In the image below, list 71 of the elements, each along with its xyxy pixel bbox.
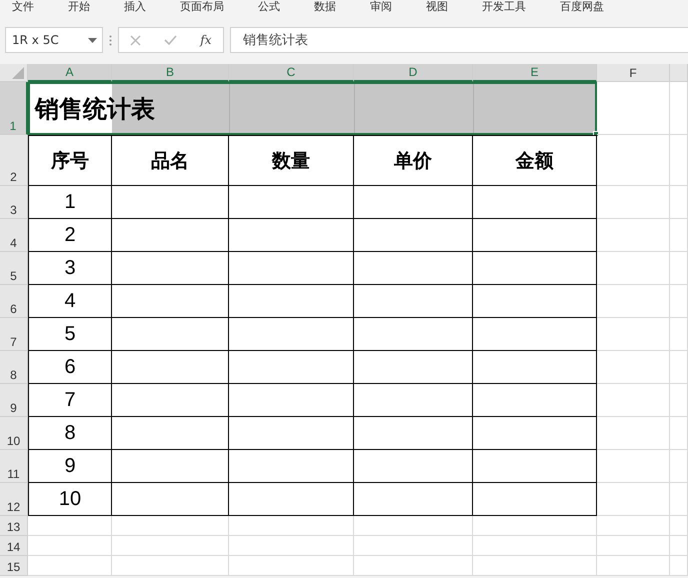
table-cell: 9 [28, 450, 112, 483]
row-header[interactable]: 12 [0, 483, 28, 516]
row-header[interactable]: 15 [0, 556, 28, 576]
grid-cell [670, 351, 688, 384]
row-header[interactable]: 8 [0, 351, 28, 384]
row-header[interactable]: 4 [0, 219, 28, 252]
column-header[interactable]: D [354, 64, 473, 82]
column-header[interactable]: E [473, 64, 597, 82]
grid-cell [670, 384, 688, 417]
table-cell: 4 [28, 285, 112, 318]
table-cell: 6 [28, 351, 112, 384]
column-header[interactable] [670, 64, 688, 82]
column-heading: 序号 [28, 135, 112, 186]
row-header[interactable]: 5 [0, 252, 28, 285]
row-header[interactable]: 3 [0, 186, 28, 219]
ribbon-tab[interactable]: 插入 [124, 0, 146, 18]
grid-cell [670, 516, 688, 536]
ribbon-tab[interactable]: 页面布局 [180, 0, 224, 18]
row-header[interactable]: 13 [0, 516, 28, 536]
grid-cell [670, 135, 688, 186]
ribbon-tab[interactable]: 数据 [314, 0, 336, 18]
grid-cell [670, 417, 688, 450]
row-header[interactable]: 2 [0, 135, 28, 186]
row-header[interactable]: 10 [0, 417, 28, 450]
ribbon-tab[interactable]: 开始 [68, 0, 90, 18]
ribbon-tab[interactable]: 百度网盘 [560, 0, 604, 18]
column-heading: 数量 [229, 135, 354, 186]
grid-cell [670, 450, 688, 483]
table-cell: 3 [28, 252, 112, 285]
table-cell: 5 [28, 318, 112, 351]
ribbon-tab[interactable]: 公式 [258, 0, 280, 18]
column-header[interactable]: A [28, 64, 112, 82]
table-cell: 2 [28, 219, 112, 252]
column-header[interactable]: C [229, 64, 354, 82]
column-header[interactable]: F [597, 64, 670, 82]
insert-function-button[interactable]: fx [200, 33, 212, 47]
table-cell: 1 [28, 186, 112, 219]
column-header[interactable]: B [112, 64, 229, 82]
name-box[interactable]: 1R x 5C [5, 27, 103, 53]
grid-cell [670, 219, 688, 252]
ribbon-tab[interactable]: 审阅 [370, 0, 392, 18]
row-header[interactable]: 11 [0, 450, 28, 483]
check-icon[interactable] [164, 35, 178, 45]
select-all-icon[interactable] [12, 67, 24, 79]
table-cell: 7 [28, 384, 112, 417]
ribbon-tab[interactable]: 视图 [426, 0, 448, 18]
column-heading: 金额 [473, 135, 597, 186]
grid-cell [670, 252, 688, 285]
grid-cell [670, 536, 688, 556]
grid-cell [670, 82, 688, 135]
grid-cell [670, 483, 688, 516]
grid-cell [670, 285, 688, 318]
ribbon-tab[interactable]: 开发工具 [482, 0, 526, 18]
grid-cell [670, 556, 688, 576]
sheet-title: 销售统计表 [28, 82, 597, 135]
row-header[interactable]: 1 [0, 82, 28, 135]
cancel-icon[interactable] [130, 34, 142, 46]
row-header[interactable]: 6 [0, 285, 28, 318]
grid-cell [670, 186, 688, 219]
column-heading: 单价 [354, 135, 473, 186]
more-icon[interactable] [109, 34, 112, 46]
caret-icon [88, 38, 97, 42]
row-header[interactable]: 9 [0, 384, 28, 417]
table-cell: 10 [28, 483, 112, 516]
row-header[interactable]: 7 [0, 318, 28, 351]
ribbon-tab[interactable]: 文件 [12, 0, 34, 18]
table-cell: 8 [28, 417, 112, 450]
column-heading: 品名 [112, 135, 229, 186]
grid-cell [670, 318, 688, 351]
row-header[interactable]: 14 [0, 536, 28, 556]
formula-field[interactable]: 销售统计表 [230, 27, 688, 53]
